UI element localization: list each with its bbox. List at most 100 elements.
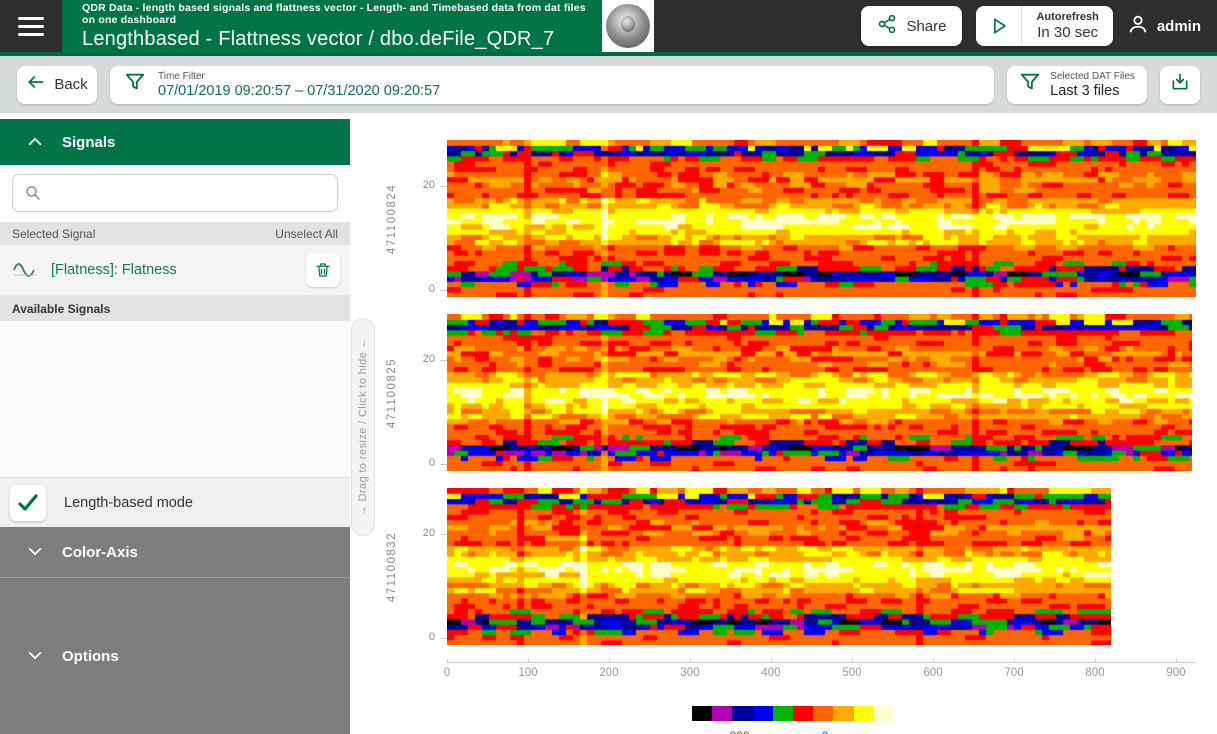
main-content: Signals Selected Signal Unselect All [0,113,1217,734]
color-axis-title: Color-Axis [62,544,138,561]
legend-color-segment [874,706,894,721]
filter-toolbar: Back Time Filter 07/01/2019 09:20:57 – 0… [0,56,1217,113]
company-logo [602,0,654,52]
page-title: Lengthbased - Flattness vector / dbo.deF… [82,28,602,51]
filter-icon [1019,71,1041,98]
x-tick-mark [852,659,853,663]
x-tick-label: 0 [444,667,450,679]
color-legend: −2000 [692,706,894,721]
options-title: Options [62,648,119,665]
unselect-all-button[interactable]: Unselect All [275,227,338,241]
menu-button[interactable] [0,0,62,52]
x-tick-mark [690,659,691,663]
play-icon[interactable] [976,6,1022,46]
signals-section-header[interactable]: Signals [0,119,350,165]
legend-label-zero: 0 [822,729,829,734]
search-icon [24,184,42,207]
dat-files-label: Selected DAT Files [1050,71,1135,82]
download-button[interactable] [1160,66,1200,104]
heatmap-canvas[interactable] [447,140,1196,297]
chart-serial-label: 471100825 [386,357,398,427]
share-icon [877,14,897,39]
heatmap-plot [447,488,1111,645]
top-header-bar: QDR Data - length based signals and flat… [0,0,1217,56]
autorefresh-label: Autorefresh [1036,11,1098,23]
dat-files-filter[interactable]: Selected DAT Files Last 3 files [1007,66,1147,104]
signal-label: [Flatness]: Flatness [51,262,293,278]
heatmap-canvas[interactable] [447,488,1111,645]
legend-color-segment [854,706,874,721]
legend-color-segment [833,706,853,721]
autorefresh-text: Autorefresh In 30 sec [1022,11,1112,41]
autorefresh-countdown: In 30 sec [1037,24,1098,41]
back-arrow-icon [26,72,46,97]
selected-signal-item[interactable]: [Flatness]: Flatness [0,245,350,296]
username: admin [1157,18,1201,35]
x-tick-label: 900 [1166,667,1185,679]
legend-color-segment [732,706,752,721]
y-tick-mark [440,638,447,639]
length-mode-label: Length-based mode [64,495,193,511]
dashboard-subtitle: QDR Data - length based signals and flat… [82,2,602,26]
logo-image [606,4,650,48]
options-section-header[interactable]: Options [0,578,350,734]
chart-serial-label: 471100824 [386,183,398,253]
chart-y-gutter: 471100825200 [374,314,447,471]
x-tick-label: 400 [761,667,780,679]
heatmap-plot [447,140,1196,297]
back-button[interactable]: Back [17,66,97,104]
y-tick-mark [440,360,447,361]
time-filter[interactable]: Time Filter 07/01/2019 09:20:57 – 07/31/… [110,66,994,104]
app-window: QDR Data - length based signals and flat… [0,0,1217,734]
available-signals-header: Available Signals [0,296,350,321]
time-filter-label: Time Filter [158,71,440,82]
legend-color-segment [712,706,732,721]
share-button[interactable]: Share [861,6,962,46]
time-filter-text: Time Filter 07/01/2019 09:20:57 – 07/31/… [158,71,440,99]
share-label: Share [906,18,946,35]
y-tick-label: 20 [423,179,435,191]
remove-signal-button[interactable] [306,253,340,287]
resize-handle-label: → Drag to resize / Click to hide ← [357,337,369,516]
header-actions: Share Autorefresh In 30 sec [654,0,1217,52]
autorefresh-button[interactable]: Autorefresh In 30 sec [976,6,1112,46]
y-tick-label: 0 [429,457,435,469]
y-tick-label: 0 [429,631,435,643]
sidebar-resize-handle[interactable]: → Drag to resize / Click to hide ← [351,318,375,536]
filter-icon [124,71,146,98]
legend-color-segment [773,706,793,721]
signals-title: Signals [62,134,115,151]
chart-row: 471100825200 [374,314,1217,471]
x-tick-label: 500 [842,667,861,679]
x-tick-mark [1176,659,1177,663]
download-icon [1170,72,1190,97]
y-tick-label: 20 [423,527,435,539]
y-tick-label: 0 [429,283,435,295]
available-signals-list [0,321,350,477]
heatmap-canvas[interactable] [447,314,1192,471]
color-axis-section-header[interactable]: Color-Axis [0,527,350,577]
menu-icon [18,14,44,38]
user-icon [1127,13,1149,40]
length-mode-checkbox[interactable] [10,485,46,521]
available-signals-label: Available Signals [12,302,110,316]
time-filter-value: 07/01/2019 09:20:57 – 07/31/2020 09:20:5… [158,83,440,99]
user-menu[interactable]: admin [1127,13,1201,40]
signal-search [0,165,350,222]
legend-color-segment [753,706,773,721]
y-tick-mark [440,534,447,535]
x-tick-label: 300 [680,667,699,679]
trash-icon [314,261,332,279]
chevron-down-icon [28,647,42,665]
selected-signal-header: Selected Signal Unselect All [0,222,350,245]
x-tick-mark [933,659,934,663]
length-mode-row: Length-based mode [0,477,350,527]
signals-sidebar: Signals Selected Signal Unselect All [0,119,350,734]
x-tick-mark [771,659,772,663]
search-input[interactable] [12,174,338,212]
chevron-down-icon [28,543,42,561]
legend-label-min: −200 [722,729,749,734]
x-tick-label: 600 [923,667,942,679]
check-icon [16,491,40,515]
back-label: Back [54,76,87,93]
